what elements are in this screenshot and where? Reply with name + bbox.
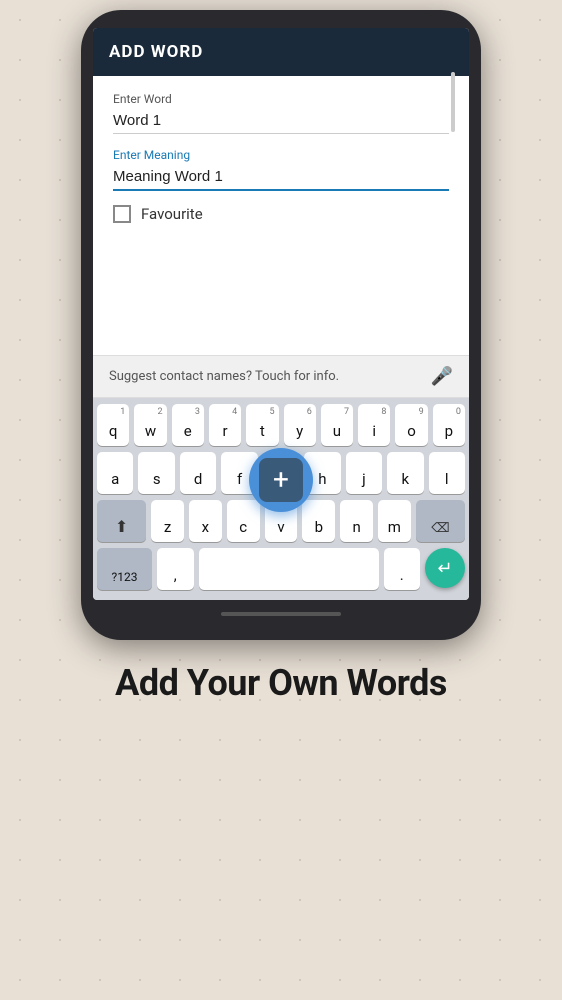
favourite-label: Favourite (141, 205, 203, 223)
home-bar (221, 612, 341, 616)
key-q[interactable]: 1q (97, 404, 129, 446)
key-enter[interactable]: ↵ (425, 548, 465, 588)
key-o[interactable]: 9o (395, 404, 427, 446)
app-bar-title: ADD WORD (109, 42, 203, 62)
empty-area (93, 235, 469, 355)
key-y[interactable]: 6y (284, 404, 316, 446)
meaning-input-group: Enter Meaning (113, 148, 449, 191)
mic-icon[interactable]: 🎤 (431, 366, 453, 387)
phone-frame: ADD WORD Enter Word Enter Meaning Favour… (81, 10, 481, 640)
key-p[interactable]: 0p (433, 404, 465, 446)
key-x[interactable]: x (189, 500, 222, 542)
key-comma[interactable]: , (157, 548, 194, 590)
keyboard-row-1: 1q 2w 3e 4r 5t 6y 7u 8i 9o 0p (97, 404, 465, 446)
word-input-group: Enter Word (113, 92, 449, 134)
key-e[interactable]: 3e (172, 404, 204, 446)
key-m[interactable]: m (378, 500, 411, 542)
key-w[interactable]: 2w (134, 404, 166, 446)
favourite-checkbox[interactable] (113, 205, 131, 223)
suggestion-text: Suggest contact names? Touch for info. (109, 369, 339, 384)
word-label: Enter Word (113, 92, 449, 106)
app-bar: ADD WORD (93, 28, 469, 76)
form-area: Enter Word Enter Meaning Favourite (93, 76, 469, 235)
key-r[interactable]: 4r (209, 404, 241, 446)
favourite-row[interactable]: Favourite (113, 205, 449, 223)
fab-plus-icon: + (273, 466, 289, 494)
key-l[interactable]: l (429, 452, 465, 494)
meaning-input[interactable] (113, 164, 449, 191)
key-d[interactable]: d (180, 452, 216, 494)
key-backspace[interactable]: ⌫ (416, 500, 465, 542)
key-u[interactable]: 7u (321, 404, 353, 446)
key-b[interactable]: b (302, 500, 335, 542)
key-space[interactable] (199, 548, 379, 590)
key-j[interactable]: j (346, 452, 382, 494)
key-s[interactable]: s (138, 452, 174, 494)
key-t[interactable]: 5t (246, 404, 278, 446)
key-c[interactable]: c (227, 500, 260, 542)
key-i[interactable]: 8i (358, 404, 390, 446)
scrollbar-hint (451, 72, 455, 132)
key-k[interactable]: k (387, 452, 423, 494)
key-period[interactable]: . (384, 548, 421, 590)
key-n[interactable]: n (340, 500, 373, 542)
fab-add-button[interactable]: + (249, 448, 313, 512)
fab-inner: + (259, 458, 303, 502)
phone-screen: ADD WORD Enter Word Enter Meaning Favour… (93, 28, 469, 600)
phone-bottom (93, 600, 469, 616)
key-a[interactable]: a (97, 452, 133, 494)
meaning-label: Enter Meaning (113, 148, 449, 162)
key-numsym[interactable]: ?123 (97, 548, 152, 590)
keyboard-row-4: ?123 , . ↵ (97, 548, 465, 590)
bottom-text: Add Your Own Words (115, 662, 447, 704)
key-shift[interactable]: ⬆ (97, 500, 146, 542)
suggestion-bar[interactable]: Suggest contact names? Touch for info. 🎤 (93, 355, 469, 398)
word-input[interactable] (113, 108, 449, 134)
key-z[interactable]: z (151, 500, 184, 542)
